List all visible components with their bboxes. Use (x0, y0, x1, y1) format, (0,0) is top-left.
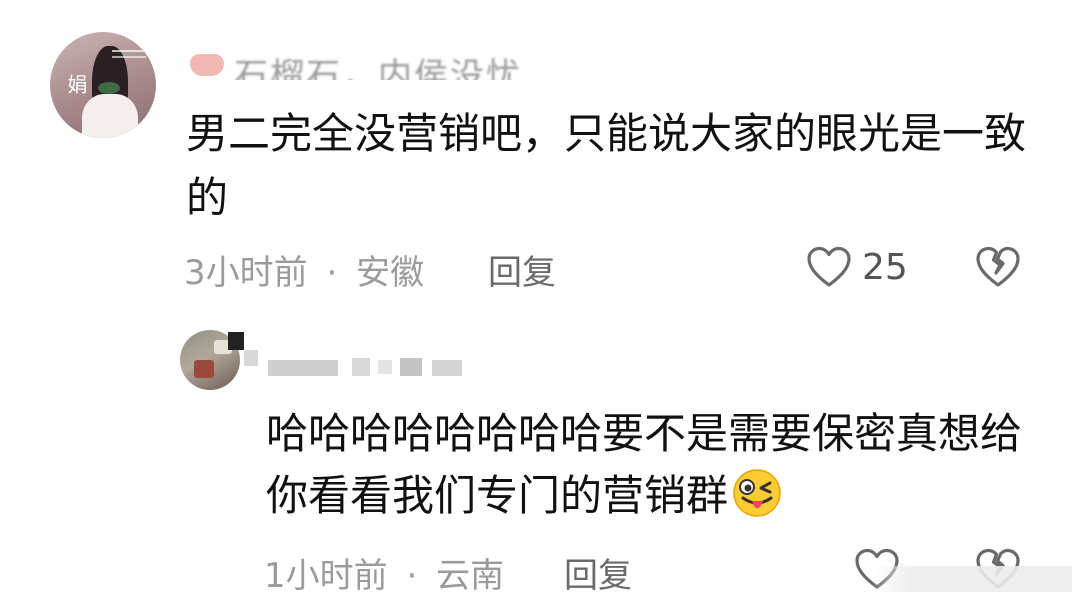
avatar-bow (98, 82, 120, 94)
redaction-block (352, 358, 370, 376)
reply-time: 1小时前 (264, 556, 388, 596)
comment-meta: 3小时前 · 安徽 (184, 245, 424, 294)
replier-username-redacted[interactable] (228, 332, 478, 382)
redaction-block (228, 332, 244, 350)
redaction-block (432, 360, 462, 376)
avatar-glyph: 娟 (64, 74, 88, 94)
like-button[interactable] (806, 246, 852, 292)
dislike-button[interactable] (974, 246, 1022, 292)
reply-comment-text: 哈哈哈哈哈哈哈哈要不是需要保密真想给你看看我们专门的营销群 (266, 403, 1056, 535)
redaction-block (378, 360, 392, 374)
comment-location: 安徽 (356, 253, 425, 293)
reply-location: 云南 (436, 556, 505, 596)
commenter-name-text: 石榴石，内侯没忧 (234, 56, 522, 80)
broken-heart-icon (976, 246, 1020, 287)
comment-text: 男二完全没营销吧，只能说大家的眼光是一致的 (186, 109, 1027, 222)
reply-button[interactable]: 回复 (488, 245, 556, 294)
cropped-edge (190, 28, 560, 52)
avatar-detail (194, 360, 214, 378)
reply-to-reply-button[interactable]: 回复 (564, 548, 632, 597)
meta-separator: · (326, 253, 338, 293)
avatar-dress (82, 94, 138, 138)
meta-separator: · (406, 556, 418, 596)
like-count: 25 (862, 247, 908, 288)
avatar-scribble (112, 50, 146, 52)
heart-outline-icon (807, 246, 851, 287)
comment-time: 3小时前 (184, 253, 308, 293)
reply-meta: 1小时前 · 云南 (264, 548, 504, 597)
fan-badge-icon (190, 54, 224, 76)
redaction-block (244, 350, 258, 366)
commenter-avatar[interactable]: 娟 (50, 32, 156, 138)
redaction-block (268, 360, 338, 376)
reply-text: 哈哈哈哈哈哈哈哈要不是需要保密真想给你看看我们专门的营销群 (266, 409, 1023, 520)
redaction-block (400, 358, 422, 376)
watermark-overlay (872, 566, 1072, 592)
winking-tongue-emoji-icon (730, 468, 784, 535)
